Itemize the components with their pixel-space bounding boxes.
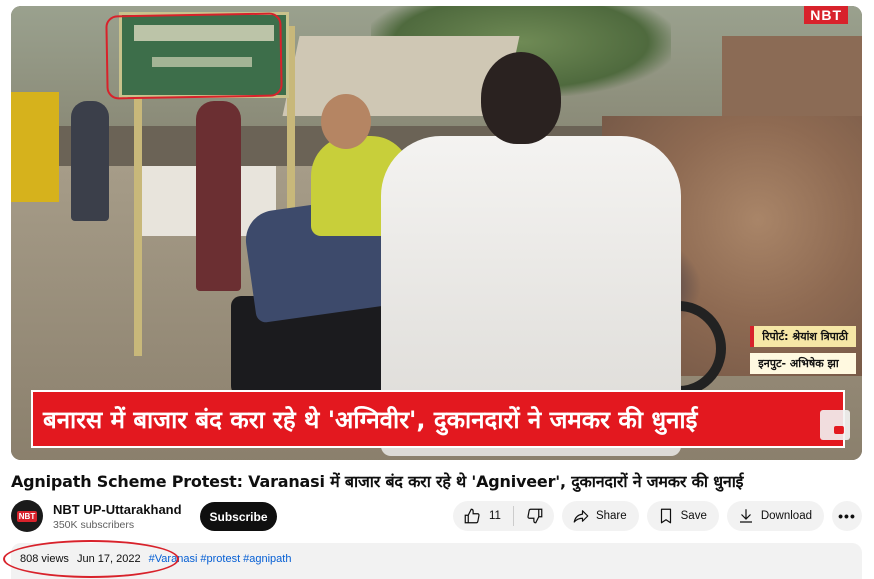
channel-name[interactable]: NBT UP-Uttarakhand xyxy=(53,502,182,517)
share-button[interactable]: Share xyxy=(561,501,639,531)
annotation-circle xyxy=(3,540,179,578)
input-line: इनपुट- अभिषेक झा xyxy=(750,353,856,374)
video-title: Agnipath Scheme Protest: Varanasi में बा… xyxy=(11,472,744,491)
divider xyxy=(512,506,514,526)
reporter-credits: रिपोर्ट: श्रेयांश त्रिपाठी इनपुट- अभिषेक… xyxy=(750,326,856,380)
avatar-text: NBT xyxy=(16,510,38,522)
thumbs-down-icon[interactable] xyxy=(526,507,544,525)
download-icon xyxy=(737,507,755,525)
hashtag-link[interactable]: #protest xyxy=(200,553,240,565)
bystander xyxy=(196,101,241,291)
auto-rickshaw xyxy=(11,92,59,202)
share-icon xyxy=(572,507,590,525)
annotation-circle xyxy=(105,12,283,100)
reporter-line: रिपोर्ट: श्रेयांश त्रिपाठी xyxy=(750,326,856,347)
download-button[interactable]: Download xyxy=(726,501,824,531)
action-bar: 11 Share Save Download ••• xyxy=(452,501,862,531)
save-icon xyxy=(657,507,675,525)
save-button[interactable]: Save xyxy=(646,501,719,531)
video-corner-icon[interactable] xyxy=(820,410,850,440)
share-label: Share xyxy=(595,510,627,522)
channel-row: NBT NBT UP-Uttarakhand 350K subscribers … xyxy=(11,500,862,534)
subscriber-count: 350K subscribers xyxy=(53,519,135,531)
bystander xyxy=(71,101,109,221)
person-head xyxy=(481,52,561,144)
subscribe-button[interactable]: Subscribe xyxy=(200,502,277,531)
hashtag-link[interactable]: #agnipath xyxy=(243,553,291,565)
person-head xyxy=(321,94,371,149)
video-headline-banner: बनारस में बाजार बंद करा रहे थे 'अग्निवीर… xyxy=(31,390,845,448)
avatar[interactable]: NBT xyxy=(11,500,43,532)
more-icon[interactable]: ••• xyxy=(832,501,862,531)
like-dislike-group: 11 xyxy=(452,501,554,531)
thumbs-up-icon[interactable] xyxy=(463,507,481,525)
download-label: Download xyxy=(760,510,812,522)
channel-logo-overlay: NBT xyxy=(804,6,848,24)
like-count[interactable]: 11 xyxy=(489,510,501,522)
save-label: Save xyxy=(680,510,707,522)
